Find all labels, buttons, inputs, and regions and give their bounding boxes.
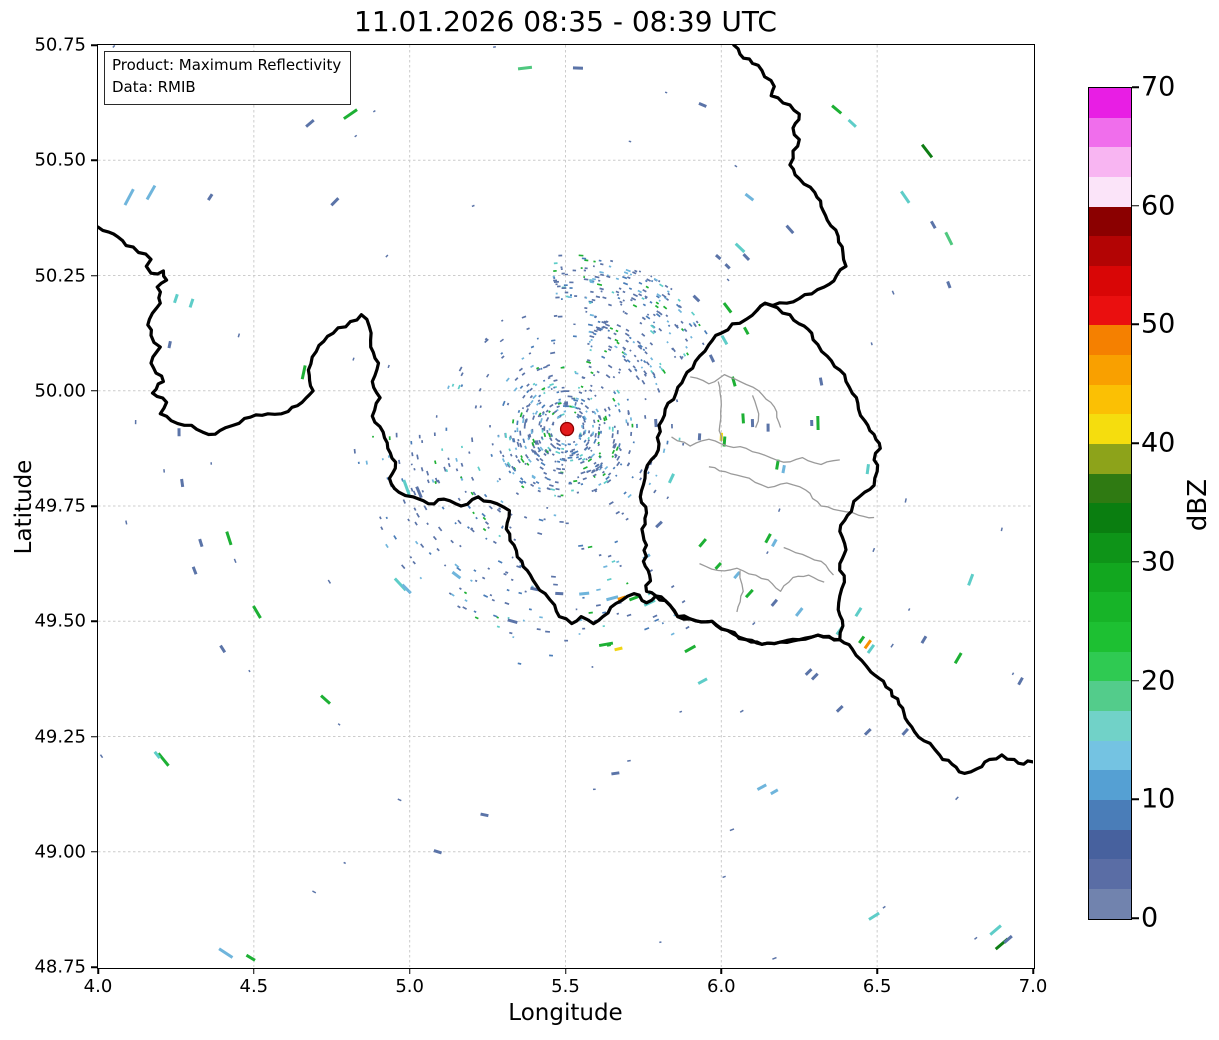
country-borders [96, 43, 1035, 775]
colorbar-segment [1089, 533, 1131, 563]
colorbar-tick-label: 20 [1141, 665, 1176, 697]
colorbar-segment [1089, 889, 1131, 919]
colorbar-segment [1089, 206, 1131, 237]
colorbar-tick-mark [1132, 917, 1139, 919]
colorbar [1088, 87, 1132, 920]
colorbar-segment [1089, 177, 1131, 207]
colorbar-segment [1089, 384, 1131, 415]
colorbar-segment [1089, 740, 1131, 771]
y-tick-mark [91, 735, 98, 738]
colorbar-segment [1089, 622, 1131, 652]
plot-area [96, 43, 1035, 967]
y-tick-label: 50.75 [34, 34, 86, 56]
colorbar-tick-label: 60 [1141, 190, 1176, 222]
product-label: Product: Maximum Reflectivity [112, 56, 342, 74]
colorbar-segment [1089, 651, 1131, 682]
colorbar-segment [1089, 414, 1131, 445]
data-source-label: Data: RMIB [112, 77, 196, 96]
colorbar-tick-label: 70 [1141, 71, 1176, 103]
colorbar-segment [1089, 592, 1131, 623]
x-tick-label: 6.5 [862, 976, 892, 997]
y-tick-label: 49.75 [34, 495, 86, 517]
colorbar-segment [1089, 681, 1131, 712]
colorbar-tick-label: 10 [1141, 783, 1176, 815]
colorbar-tick-mark [1132, 323, 1139, 326]
x-tick-mark [97, 968, 99, 974]
colorbar-segments [1089, 88, 1131, 919]
colorbar-segment [1089, 325, 1131, 356]
y-tick-label: 49.50 [34, 610, 86, 632]
x-tick-mark [1032, 968, 1034, 974]
x-tick-mark [720, 968, 723, 974]
colorbar-tick-mark [1132, 204, 1139, 207]
y-tick-label: 49.25 [34, 726, 86, 747]
colorbar-tick-mark [1132, 679, 1139, 682]
y-tick-mark [91, 44, 98, 46]
echo-streaks [123, 65, 1024, 962]
colorbar-segment [1089, 236, 1131, 267]
colorbar-segment [1089, 266, 1131, 296]
y-tick-label: 50.00 [34, 380, 86, 402]
y-tick-mark [91, 620, 98, 622]
colorbar-segment [1089, 444, 1131, 474]
colorbar-segment [1089, 117, 1131, 148]
y-tick-label: 50.25 [34, 265, 86, 286]
y-tick-label: 50.50 [34, 149, 86, 171]
colorbar-segment [1089, 503, 1131, 534]
colorbar-segment [1089, 711, 1131, 741]
y-tick-mark [91, 159, 98, 161]
colorbar-tick-mark [1132, 798, 1139, 801]
radar-location-marker [559, 421, 575, 437]
colorbar-segment [1089, 770, 1131, 801]
colorbar-segment [1089, 295, 1131, 326]
colorbar-tick-label: 30 [1141, 546, 1176, 578]
x-tick-mark [876, 968, 878, 974]
y-tick-mark [91, 274, 98, 277]
y-tick-label: 48.75 [34, 956, 86, 978]
y-tick-mark [91, 966, 98, 968]
map-canvas [96, 43, 1035, 967]
colorbar-tick-mark [1132, 561, 1139, 563]
product-info-box: Product: Maximum Reflectivity Data: RMIB [104, 51, 352, 105]
colorbar-segment [1089, 829, 1131, 860]
y-tick-mark [91, 851, 98, 853]
gridlines [98, 45, 1033, 967]
x-tick-label: 4.5 [239, 976, 269, 997]
x-tick-mark [253, 968, 255, 974]
y-tick-label: 49.00 [34, 841, 86, 863]
colorbar-segment [1089, 355, 1131, 385]
colorbar-tick-label: 50 [1141, 308, 1176, 340]
x-tick-label: 6.0 [707, 976, 736, 997]
colorbar-segment [1089, 88, 1131, 118]
colorbar-tick-label: 0 [1141, 902, 1159, 934]
colorbar-segment [1089, 859, 1131, 890]
x-tick-mark [408, 968, 411, 974]
x-axis-label: Longitude [508, 1000, 623, 1026]
x-tick-label: 5.5 [551, 976, 580, 997]
y-tick-mark [91, 390, 98, 392]
colorbar-tick-mark [1132, 442, 1139, 444]
colorbar-segment [1089, 562, 1131, 593]
colorbar-segment [1089, 473, 1131, 504]
radar-map-page: 11.01.2026 08:35 - 08:39 UTC Product: Ma… [0, 0, 1219, 1040]
colorbar-tick-mark [1132, 86, 1139, 88]
colorbar-axis-label: dBZ [1183, 478, 1213, 532]
x-tick-label: 4.0 [83, 976, 113, 997]
y-tick-mark [91, 505, 98, 507]
x-tick-label: 7.0 [1018, 976, 1048, 997]
x-tick-label: 5.0 [395, 976, 424, 997]
colorbar-tick-label: 40 [1141, 427, 1176, 459]
colorbar-segment [1089, 800, 1131, 830]
clutter-echoes [99, 44, 1015, 960]
plot-title: 11.01.2026 08:35 - 08:39 UTC [354, 5, 777, 38]
colorbar-segment [1089, 147, 1131, 178]
x-tick-mark [564, 968, 567, 974]
